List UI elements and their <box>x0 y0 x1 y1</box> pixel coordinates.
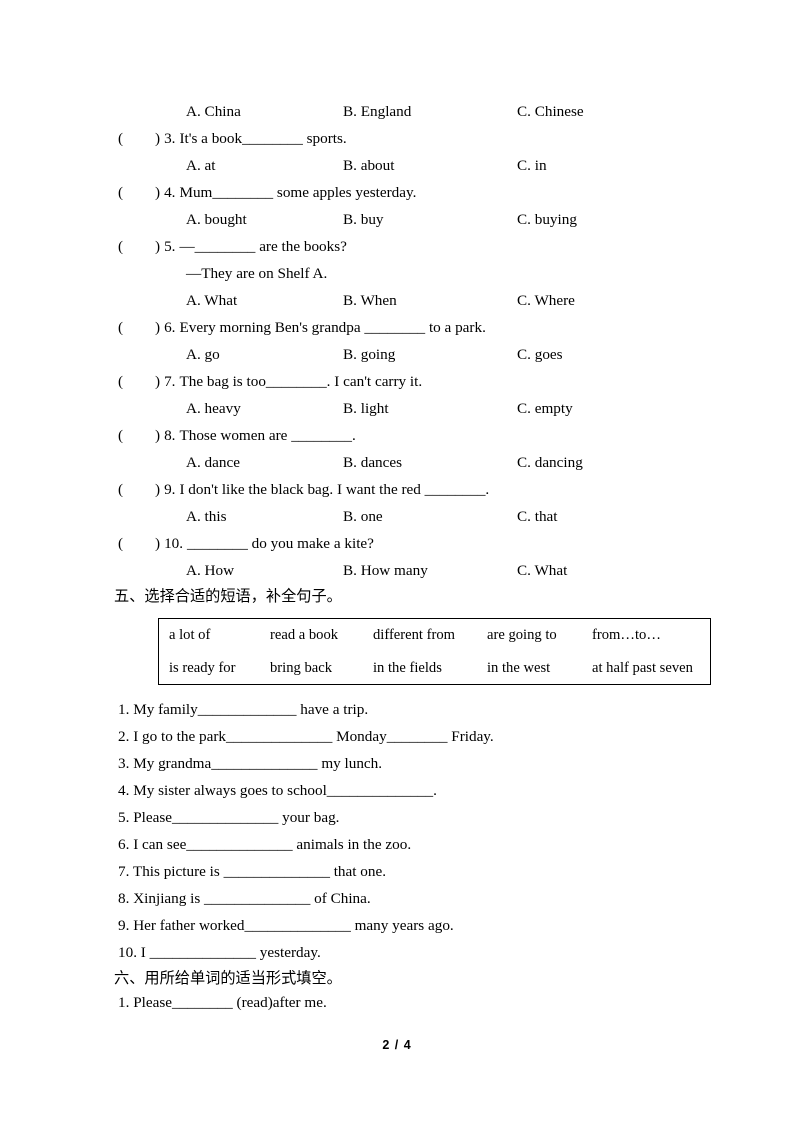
option-b[interactable]: B. going <box>343 341 395 368</box>
phrase-cell[interactable]: in the fields <box>363 652 477 685</box>
fill-sentence-2: 2. I go to the park______________ Monday… <box>118 728 494 745</box>
phrase-cell[interactable]: bring back <box>260 652 363 685</box>
option-a[interactable]: A. How <box>186 557 234 584</box>
question-stem-3: () 3. It's a book________ sports. <box>118 125 347 152</box>
answer-bracket-close-4: ) <box>155 184 161 201</box>
option-a[interactable]: A. What <box>186 287 237 314</box>
page-number-footer: 2 / 4 <box>382 1038 412 1052</box>
fill-sentence-8: 8. Xinjiang is ______________ of China. <box>118 890 371 907</box>
option-c[interactable]: C. dancing <box>517 449 583 476</box>
option-c[interactable]: C. buying <box>517 206 577 233</box>
option-b[interactable]: B. buy <box>343 206 384 233</box>
fill-sentence-6: 6. I can see______________ animals in th… <box>118 836 412 853</box>
answer-bracket-close-9: ) <box>155 481 161 498</box>
section-heading-five: 五、选择合适的短语，补全句子。 <box>114 587 342 605</box>
fill-sentence-9: 9. Her father worked______________ many … <box>118 917 454 934</box>
question-stem-6: () 6. Every morning Ben's grandpa ________… <box>118 314 486 341</box>
question-stem-4: () 4. Mum________ some apples yesterday. <box>118 179 416 206</box>
exam-page: A. China B. England C. Chinese () 3. It's … <box>0 0 794 1123</box>
question-text-3: It's a book________ sports. <box>179 130 347 147</box>
phrase-cell[interactable]: different from <box>363 619 477 652</box>
option-a[interactable]: A. go <box>186 341 220 368</box>
option-a[interactable]: A. heavy <box>186 395 241 422</box>
option-a[interactable]: A. dance <box>186 449 240 476</box>
section-heading-six: 六、用所给单词的适当形式填空。 <box>114 969 342 987</box>
phrase-cell[interactable]: at half past seven <box>582 652 712 685</box>
option-c[interactable]: C. What <box>517 557 567 584</box>
phrase-cell[interactable]: is ready for <box>159 652 260 685</box>
option-c[interactable]: C. goes <box>517 341 563 368</box>
question-continuation-5: —They are on Shelf A. <box>186 265 328 282</box>
question-text-8: Those women are ________. <box>179 427 356 444</box>
answer-bracket-open-7[interactable]: ( <box>118 368 155 395</box>
option-a: A. China <box>186 103 241 120</box>
option-c[interactable]: C. in <box>517 152 547 179</box>
question-stem-5: () 5. —________ are the books? <box>118 233 347 260</box>
answer-bracket-open-6[interactable]: ( <box>118 314 155 341</box>
answer-bracket-open-10[interactable]: ( <box>118 530 155 557</box>
answer-bracket-open-9[interactable]: ( <box>118 476 155 503</box>
answer-bracket-close-7: ) <box>155 373 161 390</box>
answer-bracket-open-5[interactable]: ( <box>118 233 155 260</box>
question-text-10: ________ do you make a kite? <box>187 535 374 552</box>
answer-bracket-open-3[interactable]: ( <box>118 125 155 152</box>
fill-sentence-7: 7. This picture is ______________ that o… <box>118 863 387 880</box>
question-text-9: I don't like the black bag. I want the r… <box>179 481 490 498</box>
phrase-cell[interactable]: read a book <box>260 619 363 652</box>
question-number-9: 9. <box>164 481 176 498</box>
option-b: B. England <box>343 103 412 120</box>
option-b[interactable]: B. light <box>343 395 389 422</box>
option-a[interactable]: A. this <box>186 503 227 530</box>
question-text-5: —________ are the books? <box>179 238 347 255</box>
answer-bracket-close-5: ) <box>155 238 161 255</box>
fill-sentence-5: 5. Please______________ your bag. <box>118 809 340 826</box>
question-stem-9: () 9. I don't like the black bag. I want t… <box>118 476 489 503</box>
phrase-cell[interactable]: in the west <box>477 652 582 685</box>
question-number-8: 8. <box>164 427 176 444</box>
fill-sentence-1: 1. My family_____________ have a trip. <box>118 701 369 718</box>
fill-sentence-3: 3. My grandma______________ my lunch. <box>118 755 383 772</box>
option-a[interactable]: A. bought <box>186 206 247 233</box>
table-row: a lot of read a book different from are … <box>159 619 712 652</box>
question-number-10: 10. <box>164 535 184 552</box>
answer-bracket-close-6: ) <box>155 319 161 336</box>
question-number-7: 7. <box>164 373 176 390</box>
option-a[interactable]: A. at <box>186 152 216 179</box>
option-b[interactable]: B. about <box>343 152 394 179</box>
phrase-bank-table: a lot of read a book different from are … <box>158 618 711 685</box>
question-stem-8: () 8. Those women are ________. <box>118 422 356 449</box>
option-c[interactable]: C. empty <box>517 395 573 422</box>
answer-bracket-close-8: ) <box>155 427 161 444</box>
phrase-cell[interactable]: a lot of <box>159 619 260 652</box>
option-c: C. Chinese <box>517 103 584 120</box>
question-number-5: 5. <box>164 238 176 255</box>
answer-bracket-open-4[interactable]: ( <box>118 179 155 206</box>
phrase-cell[interactable]: are going to <box>477 619 582 652</box>
question-text-4: Mum________ some apples yesterday. <box>179 184 417 201</box>
question-number-6: 6. <box>164 319 176 336</box>
question-stem-10: () 10. ________ do you make a kite? <box>118 530 374 557</box>
question-stem-7: () 7. The bag is too________. I can't carr… <box>118 368 422 395</box>
question-number-4: 4. <box>164 184 176 201</box>
question-text-7: The bag is too________. I can't carry it… <box>179 373 423 390</box>
option-b[interactable]: B. When <box>343 287 397 314</box>
word-form-sentence-1: 1. Please________ (read)after me. <box>118 994 327 1011</box>
option-c[interactable]: C. Where <box>517 287 575 314</box>
option-b[interactable]: B. one <box>343 503 383 530</box>
fill-sentence-4: 4. My sister always goes to school______… <box>118 782 437 799</box>
fill-sentence-10: 10. I ______________ yesterday. <box>118 944 321 961</box>
phrase-cell[interactable]: from…to… <box>582 619 712 652</box>
question-text-6: Every morning Ben's grandpa ________ to … <box>179 319 486 336</box>
answer-bracket-open-8[interactable]: ( <box>118 422 155 449</box>
option-b[interactable]: B. dances <box>343 449 402 476</box>
option-b[interactable]: B. How many <box>343 557 428 584</box>
table-row: is ready for bring back in the fields in… <box>159 652 712 685</box>
question-number-3: 3. <box>164 130 176 147</box>
option-c[interactable]: C. that <box>517 503 558 530</box>
answer-bracket-close-10: ) <box>155 535 161 552</box>
answer-bracket-close-3: ) <box>155 130 161 147</box>
